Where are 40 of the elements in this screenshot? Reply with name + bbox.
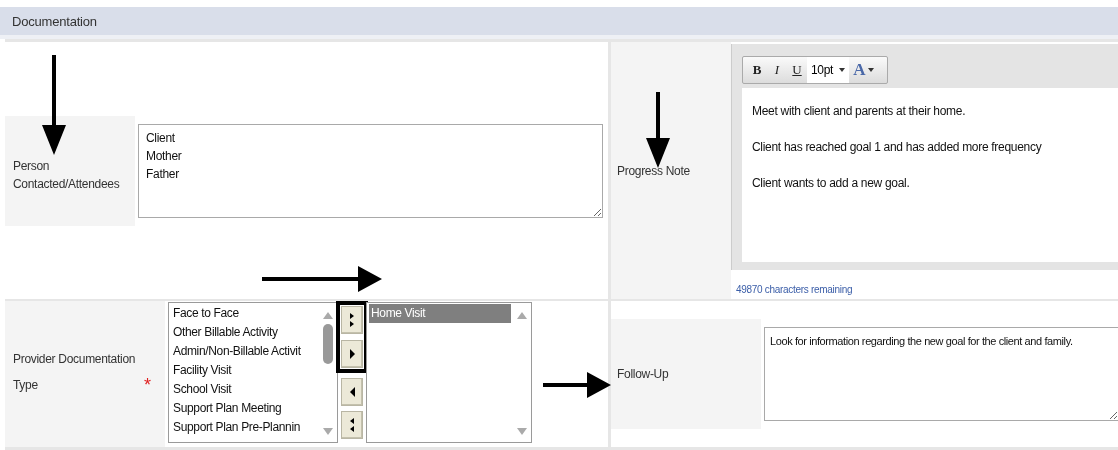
field-label: Person Contacted/Attendees xyxy=(5,115,135,226)
font-size-dropdown[interactable]: 10pt xyxy=(807,57,850,83)
transfer-button[interactable] xyxy=(341,378,363,406)
scroll-down-icon[interactable] xyxy=(322,427,334,436)
list-option[interactable]: Facility Visit xyxy=(171,361,317,380)
scroll-up-icon[interactable] xyxy=(322,311,334,320)
note-paragraph: Client wants to add a new goal. xyxy=(752,175,911,192)
caret-icon xyxy=(868,68,875,72)
required-mark: * xyxy=(144,375,151,395)
note-paragraph: Client has reached goal 1 and has added more frequency xyxy=(752,139,1043,156)
list-option[interactable]: Home Visit xyxy=(369,304,511,323)
field-label: Progress Note xyxy=(611,42,731,299)
font-color-button[interactable]: A xyxy=(849,60,875,80)
character-counter: 49870 characters remaining xyxy=(735,283,853,295)
scroll-down-icon[interactable] xyxy=(516,427,528,436)
section-title: Documentation xyxy=(0,7,1118,39)
note-editor[interactable]: Meet with client and parents at their home. Client has reached goal 1 and has added more frequency Client wants to add a new goal. xyxy=(742,88,1118,262)
list-option[interactable]: Support Plan Pre-Plannin xyxy=(171,418,317,437)
field-label: Follow-Up xyxy=(611,319,761,429)
scroll-up-icon[interactable] xyxy=(516,311,528,320)
list-box[interactable]: Home Visit xyxy=(366,302,532,443)
bold-button[interactable]: B xyxy=(747,62,767,78)
list-option[interactable]: Face to Face xyxy=(171,304,317,323)
follow-up-field[interactable]: Look for information regarding the new goal for the client and family. xyxy=(764,327,1118,421)
transfer-button[interactable] xyxy=(341,340,363,368)
annotation-arrow xyxy=(543,371,611,399)
scrollbar-thumb[interactable] xyxy=(323,324,333,364)
list-option[interactable]: Other Billable Activity xyxy=(171,323,317,342)
underline-button[interactable]: U xyxy=(787,62,807,78)
transfer-button[interactable] xyxy=(341,306,363,334)
italic-button[interactable]: I xyxy=(767,62,787,78)
list-box[interactable]: Face to Face Other Billable Activity Admin/Non-Billable Activit Facility Visit School Visit Support Plan Meeting Support Plan Pre-Plannin xyxy=(168,302,338,443)
caret-icon xyxy=(839,68,846,72)
transfer-button[interactable] xyxy=(341,411,363,439)
attendees-field[interactable]: Client Mother Father xyxy=(138,123,603,218)
list-option[interactable]: Admin/Non-Billable Activit xyxy=(171,342,317,361)
list-option[interactable]: Support Plan Meeting xyxy=(171,399,317,418)
note-paragraph: Meet with client and parents at their home. xyxy=(752,103,967,120)
field-label: Provider Documentation Type xyxy=(13,351,137,394)
list-option[interactable]: School Visit xyxy=(171,380,317,399)
